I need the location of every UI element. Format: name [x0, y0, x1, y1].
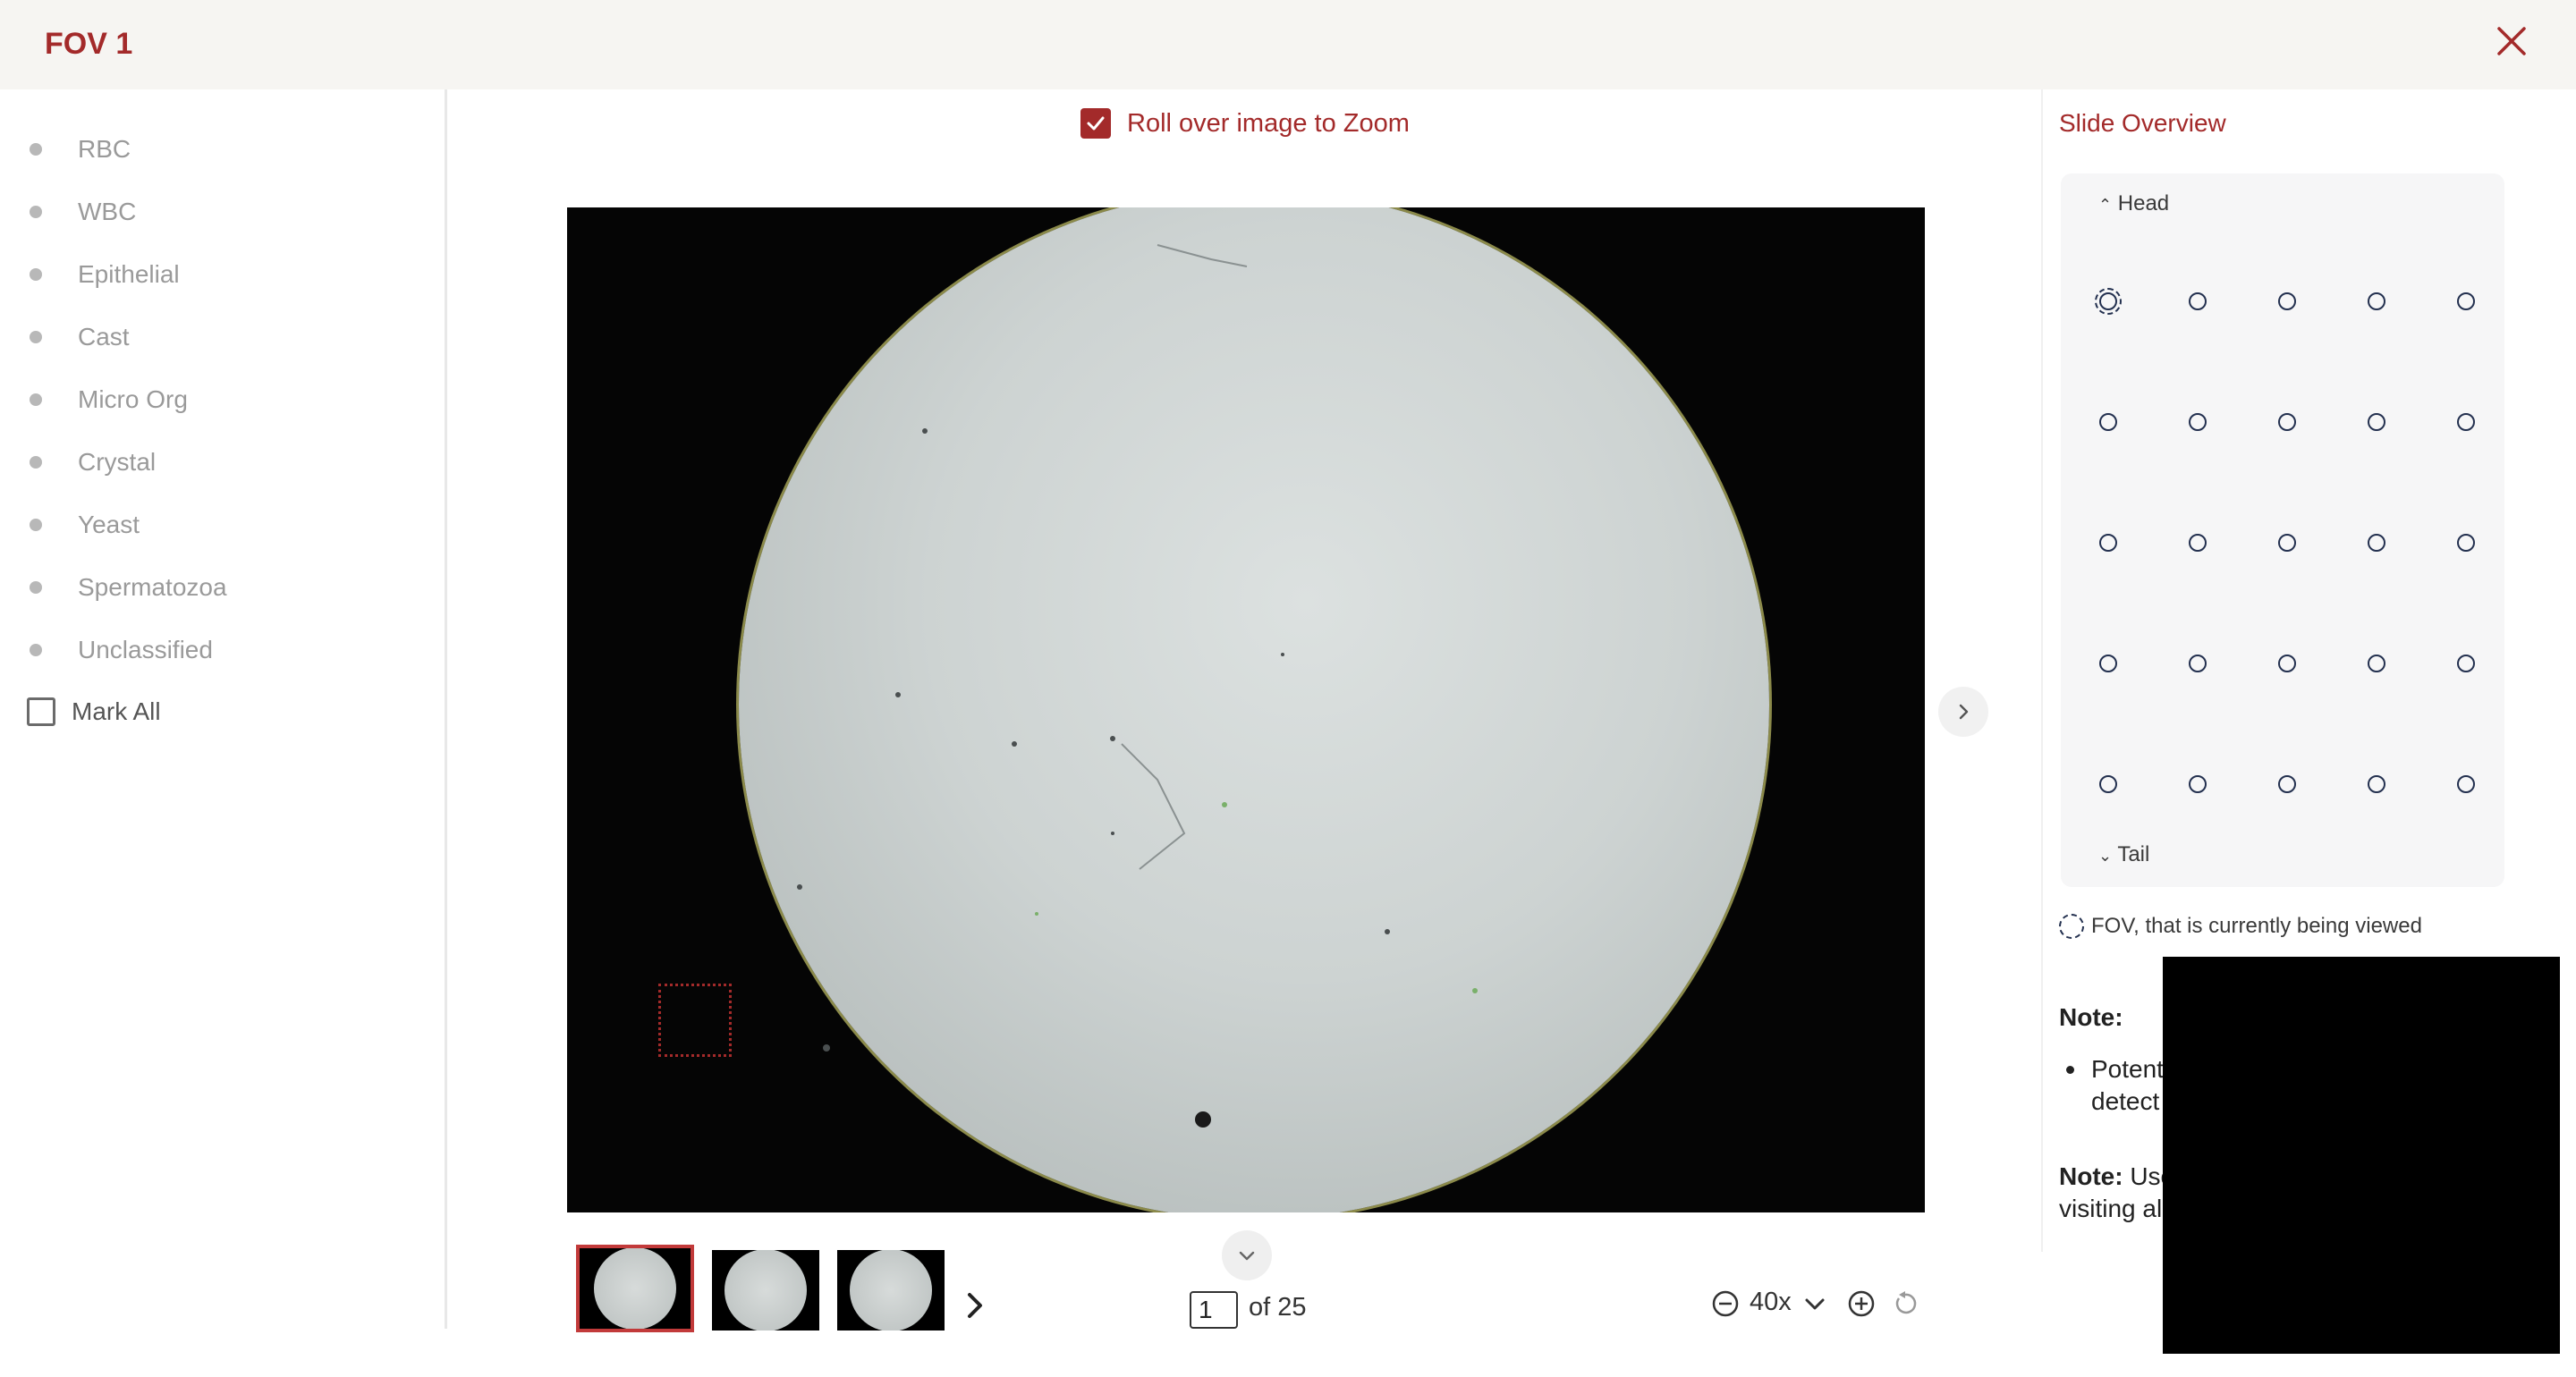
category-label: Crystal — [78, 448, 157, 476]
thumbnails-next-button[interactable] — [962, 1288, 989, 1323]
category-item-wbc[interactable]: WBC — [0, 190, 429, 234]
chevron-down-icon — [1805, 1298, 1825, 1310]
zoom-level-value[interactable]: 40x — [1750, 1288, 1792, 1317]
chevron-down-icon — [1239, 1251, 1255, 1261]
category-item-crystal[interactable]: Crystal — [0, 440, 429, 485]
fov-dot[interactable] — [2189, 413, 2207, 431]
zoom-in-button[interactable] — [1846, 1286, 1877, 1322]
fov-dot[interactable] — [2457, 655, 2475, 672]
zoom-out-button[interactable] — [1710, 1286, 1741, 1322]
legend-text: FOV, that is currently being viewed — [2091, 914, 2422, 938]
fov-dot[interactable] — [2457, 292, 2475, 310]
caret-down-icon: ⌄ — [2098, 847, 2113, 865]
category-item-cast[interactable]: Cast — [0, 315, 429, 359]
category-item-rbc[interactable]: RBC — [0, 127, 429, 172]
fov-dot[interactable] — [2189, 292, 2207, 310]
zoom-lens-indicator — [658, 984, 732, 1057]
bullet-icon — [30, 519, 42, 531]
fov-dot[interactable] — [2368, 534, 2385, 552]
caret-up-icon: ⌃ — [2098, 196, 2113, 214]
thumbnail-image — [594, 1248, 676, 1329]
next-fov-button[interactable] — [1938, 687, 1988, 737]
fov-dot[interactable] — [2278, 775, 2296, 793]
roll-over-zoom-toggle[interactable]: Roll over image to Zoom — [1080, 107, 1410, 139]
checkbox-icon — [27, 697, 55, 726]
checkbox-checked-icon — [1080, 108, 1111, 139]
category-item-epithelial[interactable]: Epithelial — [0, 252, 429, 297]
category-label: Cast — [78, 323, 130, 351]
current-fov-legend: FOV, that is currently being viewed — [2059, 914, 2422, 939]
thumbnail-fov-3[interactable] — [837, 1250, 945, 1331]
page-total-label: of 25 — [1249, 1293, 1307, 1322]
mark-all-checkbox[interactable]: Mark All — [27, 694, 161, 730]
category-label: WBC — [78, 198, 137, 225]
fov-dot[interactable] — [2099, 655, 2117, 672]
category-item-unclassified[interactable]: Unclassified — [0, 628, 429, 672]
chevron-right-icon — [1959, 704, 1969, 720]
bullet-icon — [30, 331, 42, 343]
tail-label: ⌄ Tail — [2098, 842, 2150, 866]
note-heading: Note: — [2059, 1003, 2123, 1031]
zoom-out-icon — [1712, 1290, 1739, 1317]
close-icon[interactable] — [2494, 23, 2529, 59]
bullet-icon — [30, 206, 42, 218]
mark-all-label: Mark All — [72, 697, 161, 725]
thumbnail-fov-2[interactable] — [712, 1250, 819, 1331]
fov-dot[interactable] — [2099, 534, 2117, 552]
fov-dot[interactable] — [2368, 292, 2385, 310]
thumbnail-image — [724, 1250, 807, 1331]
fov-dot[interactable] — [2278, 413, 2296, 431]
current-fov-ring-icon — [2059, 914, 2084, 939]
fov-dot[interactable] — [2099, 413, 2117, 431]
specimen-particles — [797, 244, 1478, 1128]
page-number-input[interactable] — [1190, 1291, 1238, 1329]
fov-dot-current[interactable] — [2095, 288, 2122, 315]
fov-dot[interactable] — [2368, 775, 2385, 793]
category-label: Yeast — [78, 511, 140, 538]
thumbnail-fov-1[interactable] — [576, 1245, 694, 1332]
zoom-preview-panel — [2163, 957, 2560, 1354]
bullet-icon — [2066, 1066, 2074, 1074]
fov-dot[interactable] — [2278, 292, 2296, 310]
fov-dot[interactable] — [2457, 534, 2475, 552]
fov-dot[interactable] — [2099, 775, 2117, 793]
fov-dot[interactable] — [2457, 413, 2475, 431]
fov-dot[interactable] — [2189, 655, 2207, 672]
reset-zoom-button[interactable] — [1891, 1286, 1919, 1322]
bullet-icon — [30, 143, 42, 156]
reset-icon — [1895, 1291, 1917, 1314]
fov-dot[interactable] — [2189, 534, 2207, 552]
bullet-icon — [30, 268, 42, 281]
modal-title: FOV 1 — [45, 27, 133, 61]
modal-header: FOV 1 — [0, 0, 2576, 89]
zoom-in-icon — [1848, 1290, 1875, 1317]
fov-dot[interactable] — [2368, 655, 2385, 672]
category-item-micro-org[interactable]: Micro Org — [0, 377, 429, 422]
category-item-yeast[interactable]: Yeast — [0, 503, 429, 547]
collapse-thumbnails-button[interactable] — [1222, 1230, 1272, 1280]
bullet-icon — [30, 456, 42, 469]
fov-dot[interactable] — [2278, 655, 2296, 672]
bullet-icon — [30, 644, 42, 656]
category-label: Micro Org — [78, 385, 188, 413]
microscope-image-viewer[interactable] — [567, 207, 1925, 1212]
fov-dot[interactable] — [2368, 413, 2385, 431]
category-label: Epithelial — [78, 260, 180, 288]
fov-dot[interactable] — [2457, 775, 2475, 793]
slide-overview-title: Slide Overview — [2059, 109, 2226, 137]
zoom-toggle-label: Roll over image to Zoom — [1127, 108, 1410, 138]
fov-dot[interactable] — [2189, 775, 2207, 793]
category-label: Unclassified — [78, 636, 213, 663]
bullet-icon — [30, 393, 42, 406]
thumbnail-image — [850, 1250, 932, 1331]
category-label: Spermatozoa — [78, 573, 227, 601]
zoom-level-dropdown[interactable] — [1801, 1286, 1828, 1322]
head-label: ⌃ Head — [2098, 191, 2170, 215]
category-label: RBC — [78, 135, 131, 163]
bullet-icon — [30, 581, 42, 594]
fov-dot[interactable] — [2278, 534, 2296, 552]
category-item-spermatozoa[interactable]: Spermatozoa — [0, 565, 429, 610]
chevron-right-icon — [968, 1293, 982, 1318]
